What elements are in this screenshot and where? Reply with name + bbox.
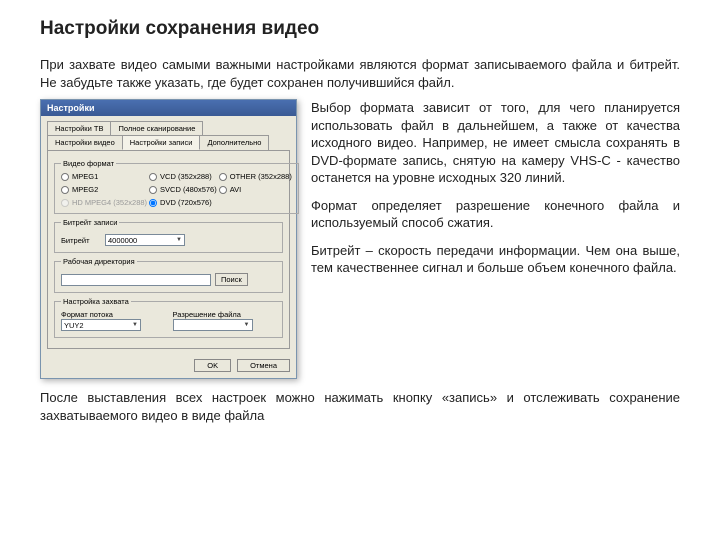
radio-label: OTHER (352x288) xyxy=(230,172,292,181)
group-video-format: Видео формат MPEG1 VCD (352x288) OTHER (… xyxy=(54,159,299,214)
stream-value: YUY2 xyxy=(64,321,84,330)
chevron-down-icon: ▼ xyxy=(176,237,182,243)
radio-label: AVI xyxy=(230,185,242,194)
tab-tv[interactable]: Настройки ТВ xyxy=(47,121,111,135)
para-1: Выбор формата зависит от того, для чего … xyxy=(311,99,680,187)
bitrate-combo[interactable]: 4000000 ▼ xyxy=(105,234,185,246)
chevron-down-icon: ▼ xyxy=(244,322,250,328)
tab-scan[interactable]: Полное сканирование xyxy=(110,121,203,135)
radio-label: MPEG1 xyxy=(72,172,98,181)
tabs: Настройки ТВ Полное сканирование Настрой… xyxy=(41,116,296,150)
tab-extra[interactable]: Дополнительно xyxy=(199,135,269,150)
stream-label: Формат потока xyxy=(61,310,165,319)
tab-panel: Видео формат MPEG1 VCD (352x288) OTHER (… xyxy=(47,150,290,349)
tab-video[interactable]: Настройки видео xyxy=(47,135,123,150)
bitrate-label: Битрейт xyxy=(61,236,101,245)
page-title: Настройки сохранения видео xyxy=(40,18,680,40)
radio-label: MPEG2 xyxy=(72,185,98,194)
outro-text: После выставления всех настроек можно на… xyxy=(40,389,680,424)
group-bitrate: Битрейт записи Битрейт 4000000 ▼ xyxy=(54,218,283,253)
radio-mpeg1[interactable]: MPEG1 xyxy=(61,172,147,181)
radio-label: VCD (352x288) xyxy=(160,172,212,181)
chevron-down-icon: ▼ xyxy=(132,322,138,328)
settings-dialog: Настройки Настройки ТВ Полное сканирован… xyxy=(40,99,297,379)
legend-dir: Рабочая директория xyxy=(61,257,137,266)
intro-text: При захвате видео самыми важными настрой… xyxy=(40,56,680,91)
para-2: Формат определяет разрешение конечного ф… xyxy=(311,197,680,232)
radio-hdmpeg4: HD MPEG4 (352x288) xyxy=(61,198,147,207)
dialog-titlebar: Настройки xyxy=(41,100,296,116)
res-label: Разрешение файла xyxy=(173,310,277,319)
radio-svcd[interactable]: SVCD (480x576) xyxy=(149,185,217,194)
radio-label: HD MPEG4 (352x288) xyxy=(72,198,147,207)
legend-video-format: Видео формат xyxy=(61,159,116,168)
cancel-button[interactable]: Отмена xyxy=(237,359,290,372)
legend-capture: Настройка захвата xyxy=(61,297,131,306)
dir-input[interactable] xyxy=(61,274,211,286)
radio-vcd[interactable]: VCD (352x288) xyxy=(149,172,217,181)
bitrate-value: 4000000 xyxy=(108,236,137,245)
para-3: Битрейт – скорость передачи информации. … xyxy=(311,242,680,277)
tab-record[interactable]: Настройки записи xyxy=(122,135,201,150)
group-dir: Рабочая директория Поиск xyxy=(54,257,283,293)
radio-label: SVCD (480x576) xyxy=(160,185,217,194)
radio-mpeg2[interactable]: MPEG2 xyxy=(61,185,147,194)
right-column: Выбор формата зависит от того, для чего … xyxy=(311,99,680,379)
radio-dvd[interactable]: DVD (720x576) xyxy=(149,198,217,207)
radio-other[interactable]: OTHER (352x288) xyxy=(219,172,292,181)
stream-combo[interactable]: YUY2 ▼ xyxy=(61,319,141,331)
ok-button[interactable]: OK xyxy=(194,359,231,372)
radio-avi[interactable]: AVI xyxy=(219,185,292,194)
res-combo[interactable]: ▼ xyxy=(173,319,253,331)
group-capture: Настройка захвата Формат потока YUY2 ▼ Ра… xyxy=(54,297,283,338)
radio-label: DVD (720x576) xyxy=(160,198,212,207)
browse-button[interactable]: Поиск xyxy=(215,273,248,286)
legend-bitrate: Битрейт записи xyxy=(61,218,119,227)
